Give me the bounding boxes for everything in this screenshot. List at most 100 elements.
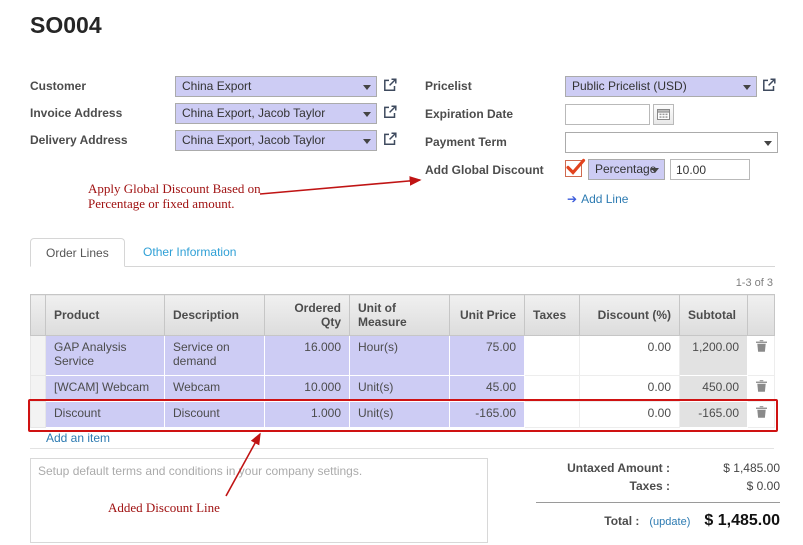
customer-value: China Export xyxy=(182,79,251,93)
cell-product[interactable]: Discount xyxy=(46,402,165,428)
global-discount-label: Add Global Discount xyxy=(425,163,544,177)
invoice-address-select[interactable]: China Export, Jacob Taylor xyxy=(175,103,377,124)
chevron-down-icon xyxy=(363,85,371,90)
total-label: Total : xyxy=(604,514,639,528)
cell-qty[interactable]: 10.000 xyxy=(265,376,350,402)
cell-description[interactable]: Service on demand xyxy=(165,336,265,376)
payment-term-label: Payment Term xyxy=(425,135,507,149)
row-handle xyxy=(31,336,46,376)
cell-qty[interactable]: 1.000 xyxy=(265,402,350,428)
delete-row-icon[interactable] xyxy=(756,380,767,395)
table-row: [WCAM] Webcam Webcam 10.000 Unit(s) 45.0… xyxy=(31,376,775,402)
header-subtotal: Subtotal xyxy=(680,295,748,336)
expiration-date-label: Expiration Date xyxy=(425,107,513,121)
untaxed-amount-value: $ 1,485.00 xyxy=(670,461,780,475)
invoice-address-value: China Export, Jacob Taylor xyxy=(182,106,325,120)
delivery-address-select[interactable]: China Export, Jacob Taylor xyxy=(175,130,377,151)
header-ordered-qty: Ordered Qty xyxy=(265,295,350,336)
annotation-line-1: Apply Global Discount Based on xyxy=(88,181,261,196)
tab-order-lines[interactable]: Order Lines xyxy=(30,238,125,267)
invoice-address-open-record-icon[interactable] xyxy=(382,104,399,121)
cell-product[interactable]: [WCAM] Webcam xyxy=(46,376,165,402)
row-handle xyxy=(31,402,46,428)
discount-amount-input[interactable] xyxy=(670,159,750,180)
delete-row-icon[interactable] xyxy=(756,406,767,421)
cell-uom[interactable]: Unit(s) xyxy=(350,402,450,428)
pricelist-select[interactable]: Public Pricelist (USD) xyxy=(565,76,757,97)
header-unit-of-measure: Unit of Measure xyxy=(350,295,450,336)
table-header-row: Product Description Ordered Qty Unit of … xyxy=(31,295,775,336)
pricelist-open-record-icon[interactable] xyxy=(761,77,778,94)
cell-taxes[interactable] xyxy=(525,376,580,402)
header-description: Description xyxy=(165,295,265,336)
cell-taxes[interactable] xyxy=(525,336,580,376)
cell-subtotal: 1,200.00 xyxy=(680,336,748,376)
cell-qty[interactable]: 16.000 xyxy=(265,336,350,376)
update-total-link[interactable]: (update) xyxy=(649,516,690,528)
annotation-line-2: Percentage or fixed amount. xyxy=(88,196,261,211)
delete-row-icon[interactable] xyxy=(756,340,767,355)
cell-uom[interactable]: Unit(s) xyxy=(350,376,450,402)
delivery-address-open-record-icon[interactable] xyxy=(382,131,399,148)
global-discount-checkbox[interactable] xyxy=(565,160,582,177)
header-discount: Discount (%) xyxy=(580,295,680,336)
untaxed-amount-label: Untaxed Amount : xyxy=(567,461,670,475)
cell-unit-price[interactable]: 45.00 xyxy=(450,376,525,402)
add-item-row: Add an item xyxy=(30,427,774,449)
invoice-address-label: Invoice Address xyxy=(30,106,122,120)
total-value: $ 1,485.00 xyxy=(704,512,780,530)
chevron-down-icon xyxy=(651,168,659,173)
pager: 1-3 of 3 xyxy=(736,277,773,289)
table-row: GAP Analysis Service Service on demand 1… xyxy=(31,336,775,376)
header-product: Product xyxy=(46,295,165,336)
cell-description[interactable]: Webcam xyxy=(165,376,265,402)
cell-discount[interactable]: 0.00 xyxy=(580,376,680,402)
add-line-label: Add Line xyxy=(581,192,628,206)
cell-unit-price[interactable]: -165.00 xyxy=(450,402,525,428)
customer-select[interactable]: China Export xyxy=(175,76,377,97)
cell-description[interactable]: Discount xyxy=(165,402,265,428)
discount-type-value: Percentage xyxy=(595,162,656,176)
pricelist-label: Pricelist xyxy=(425,79,472,93)
chevron-down-icon xyxy=(363,112,371,117)
cell-product[interactable]: GAP Analysis Service xyxy=(46,336,165,376)
order-lines-table: Product Description Ordered Qty Unit of … xyxy=(30,294,775,428)
cell-uom[interactable]: Hour(s) xyxy=(350,336,450,376)
annotation-discount-line: Added Discount Line xyxy=(108,500,220,515)
discount-type-select[interactable]: Percentage xyxy=(588,159,665,180)
customer-label: Customer xyxy=(30,79,86,93)
untaxed-amount-row: Untaxed Amount : $ 1,485.00 xyxy=(536,459,780,477)
cell-unit-price[interactable]: 75.00 xyxy=(450,336,525,376)
terms-and-conditions-textarea[interactable] xyxy=(30,458,488,543)
page-title: SO004 xyxy=(30,12,102,39)
row-handle xyxy=(31,376,46,402)
payment-term-select[interactable] xyxy=(565,132,778,153)
totals-block: Untaxed Amount : $ 1,485.00 Taxes : $ 0.… xyxy=(536,459,780,530)
header-taxes: Taxes xyxy=(525,295,580,336)
taxes-row: Taxes : $ 0.00 xyxy=(536,477,780,495)
add-an-item-link[interactable]: Add an item xyxy=(46,431,110,445)
chevron-down-icon xyxy=(363,139,371,144)
sale-order-form: SO004 Customer China Export Invoice Addr… xyxy=(0,0,803,545)
delivery-address-value: China Export, Jacob Taylor xyxy=(182,133,325,147)
cell-taxes[interactable] xyxy=(525,402,580,428)
taxes-value: $ 0.00 xyxy=(670,479,780,493)
cell-discount[interactable]: 0.00 xyxy=(580,336,680,376)
cell-subtotal: 450.00 xyxy=(680,376,748,402)
annotation-global-discount: Apply Global Discount Based on Percentag… xyxy=(88,181,261,211)
customer-open-record-icon[interactable] xyxy=(382,77,399,94)
calendar-icon[interactable] xyxy=(653,104,674,125)
header-unit-price: Unit Price xyxy=(450,295,525,336)
total-row: Total : (update) $ 1,485.00 xyxy=(536,502,780,530)
arrow-right-icon: ➔ xyxy=(567,192,577,206)
table-row-discount: Discount Discount 1.000 Unit(s) -165.00 … xyxy=(31,402,775,428)
cell-discount[interactable]: 0.00 xyxy=(580,402,680,428)
chevron-down-icon xyxy=(743,85,751,90)
chevron-down-icon xyxy=(764,141,772,146)
header-delete xyxy=(748,295,775,336)
tab-other-information[interactable]: Other Information xyxy=(128,238,251,267)
delivery-address-label: Delivery Address xyxy=(30,133,128,147)
header-gutter xyxy=(31,295,46,336)
expiration-date-input[interactable] xyxy=(565,104,650,125)
add-line-link[interactable]: ➔ Add Line xyxy=(567,192,628,206)
